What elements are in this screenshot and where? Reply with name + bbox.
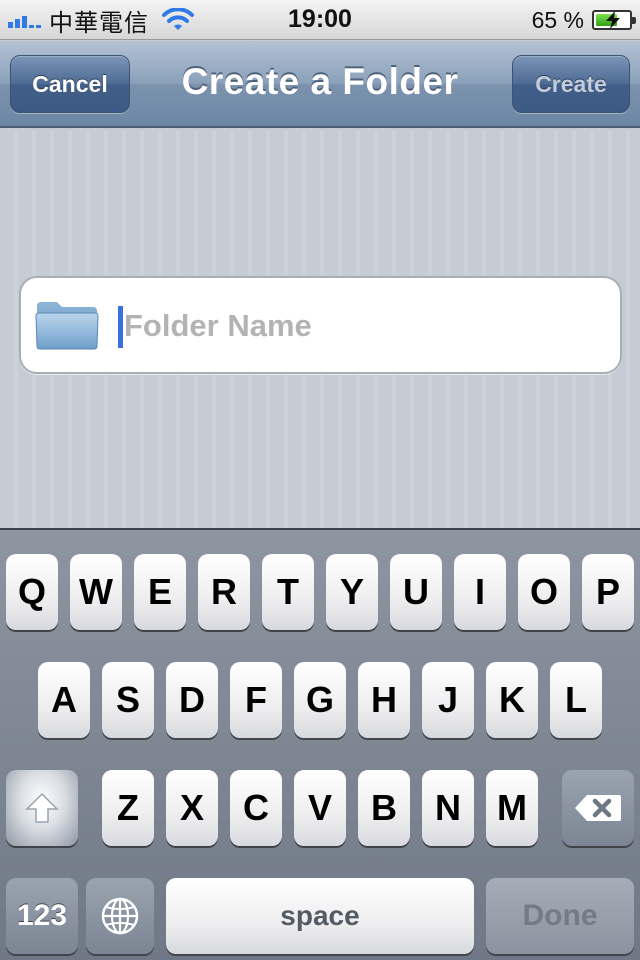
key-w[interactable]: W (70, 554, 122, 630)
battery-percent: 65 % (531, 6, 584, 33)
key-e[interactable]: E (134, 554, 186, 630)
key-m[interactable]: M (486, 770, 538, 846)
key-b[interactable]: B (358, 770, 410, 846)
done-key[interactable]: Done (486, 878, 634, 954)
key-j[interactable]: J (422, 662, 474, 738)
keyboard: QWERTYUIOP ASDFGHJKL ZXCVBNM 123 space D… (0, 528, 640, 960)
globe-icon (101, 897, 139, 935)
bolt-icon (606, 11, 620, 29)
status-right: 65 % (531, 6, 636, 34)
delete-icon (575, 795, 621, 821)
key-k[interactable]: K (486, 662, 538, 738)
text-cursor (118, 306, 123, 348)
key-f[interactable]: F (230, 662, 282, 738)
key-h[interactable]: H (358, 662, 410, 738)
key-a[interactable]: A (38, 662, 90, 738)
status-bar: 中華電信 19:00 65 % (0, 0, 640, 40)
space-key[interactable]: space (166, 878, 474, 954)
page-title: Create a Folder (181, 61, 459, 102)
content-area: Folder Name (0, 130, 640, 528)
key-i[interactable]: I (454, 554, 506, 630)
key-s[interactable]: S (102, 662, 154, 738)
folder-icon (35, 302, 99, 350)
delete-key[interactable] (562, 770, 634, 846)
shift-icon (25, 792, 59, 823)
key-p[interactable]: P (582, 554, 634, 630)
cancel-button[interactable]: Cancel (10, 55, 130, 113)
key-t[interactable]: T (262, 554, 314, 630)
key-o[interactable]: O (518, 554, 570, 630)
key-x[interactable]: X (166, 770, 218, 846)
globe-key[interactable] (86, 878, 154, 954)
folder-name-placeholder[interactable]: Folder Name (124, 308, 312, 344)
key-z[interactable]: Z (102, 770, 154, 846)
key-d[interactable]: D (166, 662, 218, 738)
key-l[interactable]: L (550, 662, 602, 738)
key-y[interactable]: Y (326, 554, 378, 630)
battery-charging-icon (592, 10, 636, 30)
key-c[interactable]: C (230, 770, 282, 846)
key-v[interactable]: V (294, 770, 346, 846)
key-q[interactable]: Q (6, 554, 58, 630)
key-r[interactable]: R (198, 554, 250, 630)
numbers-key[interactable]: 123 (6, 878, 78, 954)
folder-name-field[interactable]: Folder Name (19, 276, 622, 374)
key-n[interactable]: N (422, 770, 474, 846)
shift-key[interactable] (6, 770, 78, 846)
key-g[interactable]: G (294, 662, 346, 738)
navigation-bar: Cancel Create a Folder Create (0, 41, 640, 128)
create-button[interactable]: Create (512, 55, 630, 113)
key-u[interactable]: U (390, 554, 442, 630)
